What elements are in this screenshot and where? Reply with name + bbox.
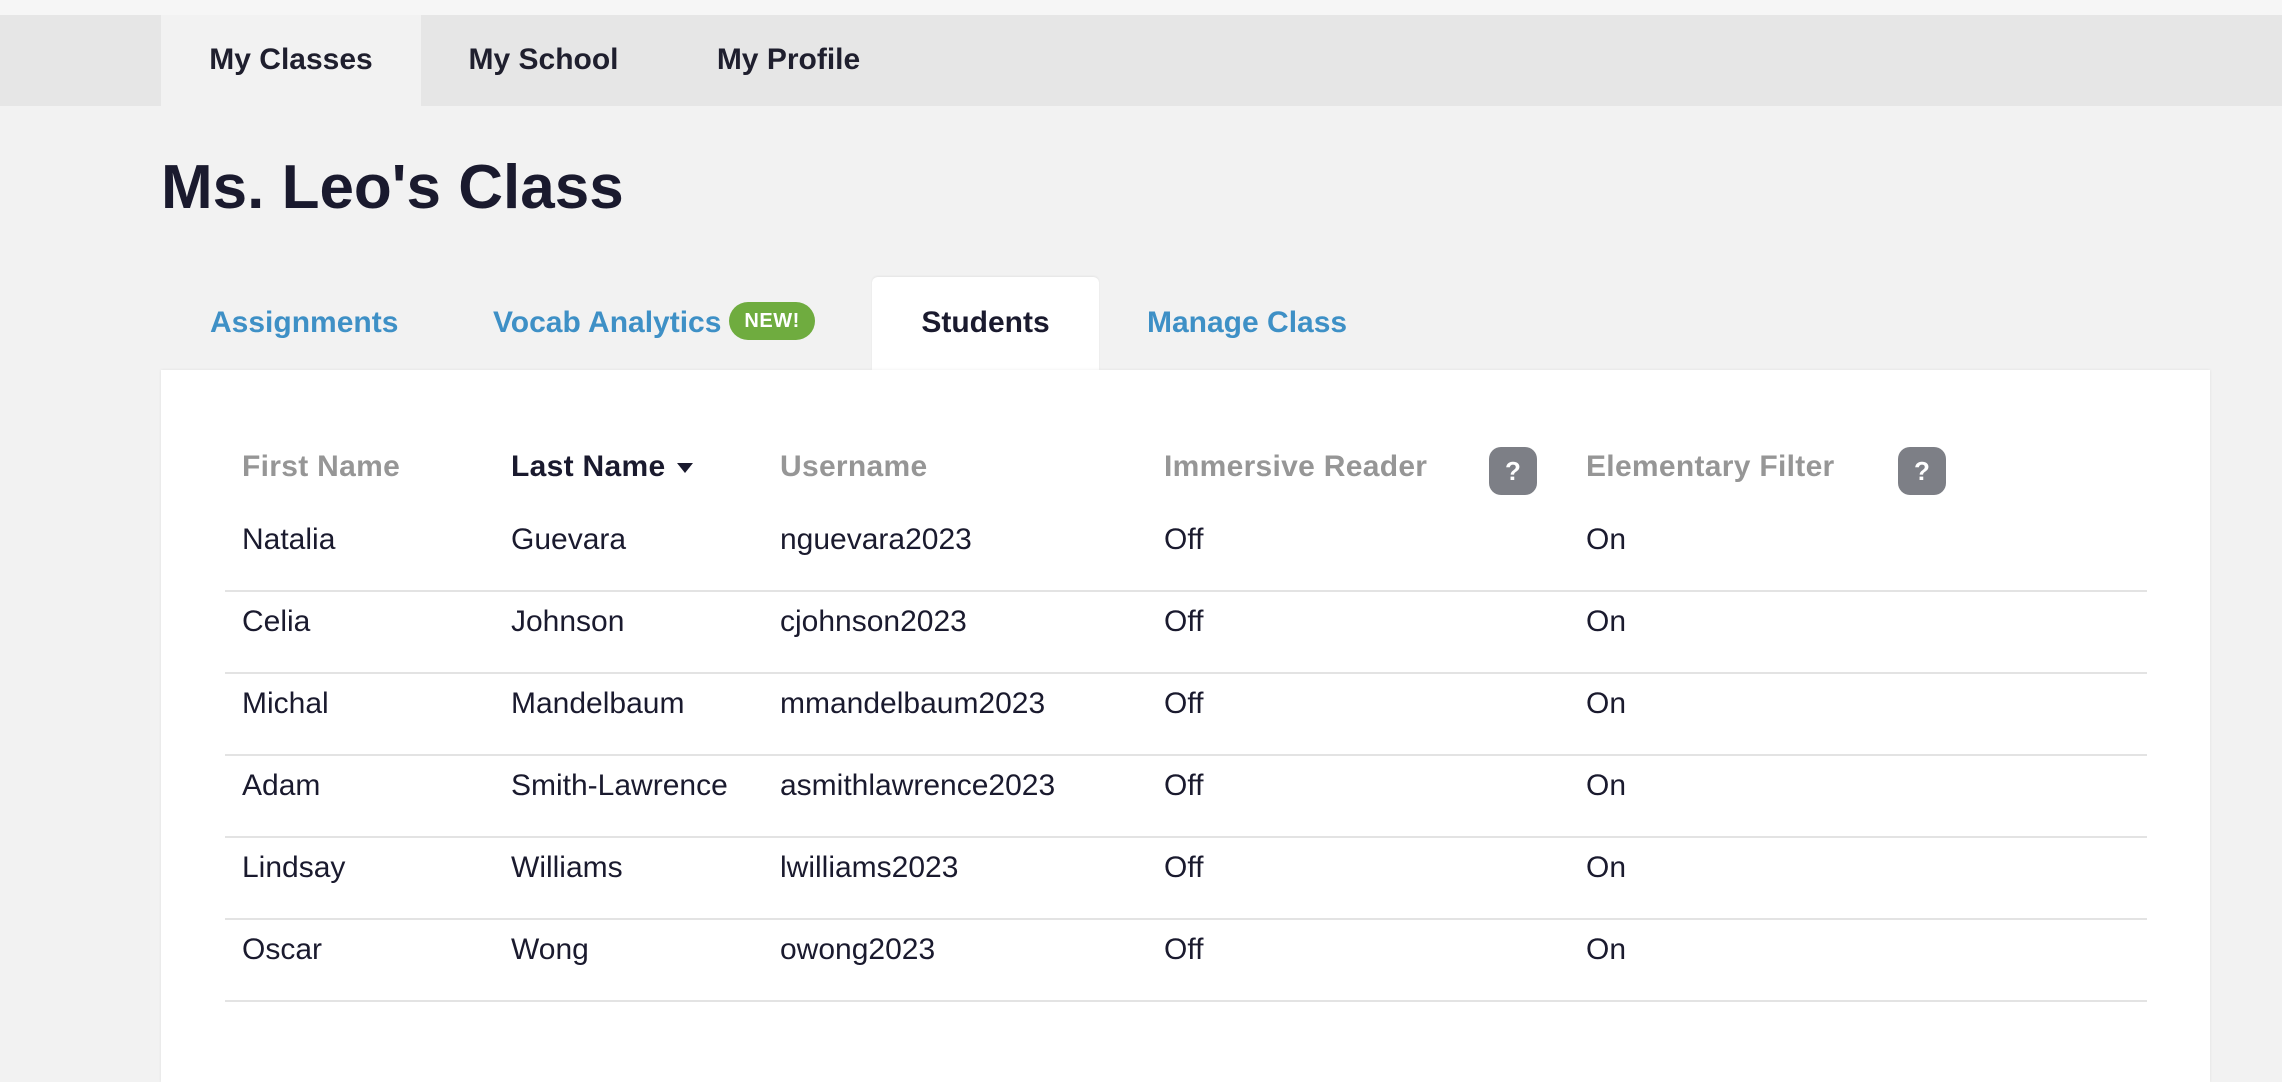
cell-elementary-filter: On: [1586, 933, 1627, 966]
cell-last-name: Mandelbaum: [511, 687, 685, 720]
cell-username: cjohnson2023: [780, 605, 967, 638]
new-badge: NEW!: [729, 302, 815, 341]
immersive-reader-help-icon[interactable]: ?: [1489, 447, 1537, 495]
cell-first-name: Celia: [242, 605, 311, 638]
cell-username: asmithlawrence2023: [780, 769, 1056, 802]
table-row[interactable]: Adam Smith-Lawrence asmithlawrence2023 Off O…: [225, 754, 2147, 838]
header-username-label: Username: [780, 450, 928, 483]
top-nav: My Classes My School My Profile: [0, 15, 2282, 106]
cell-username: owong2023: [780, 933, 936, 966]
cell-immersive-reader: Off: [1164, 769, 1204, 802]
elementary-filter-help-icon[interactable]: ?: [1898, 447, 1946, 495]
table-row[interactable]: Oscar Wong owong2023 Off On: [225, 918, 2147, 1002]
cell-last-name: Wong: [511, 933, 589, 966]
tab-vocab-analytics-label: Vocab Analytics: [493, 306, 722, 339]
tab-assignments[interactable]: Assignments: [210, 277, 398, 370]
nav-tab-my-classes[interactable]: My Classes: [161, 15, 421, 106]
cell-username: nguevara2023: [780, 523, 972, 556]
header-first-name-label: First Name: [242, 450, 401, 483]
tab-students[interactable]: Students: [872, 277, 1099, 370]
header-immersive-reader-label: Immersive Reader: [1164, 450, 1428, 483]
cell-last-name: Williams: [511, 851, 623, 884]
sort-caret-down-icon: [677, 463, 694, 474]
cell-first-name: Lindsay: [242, 851, 346, 884]
cell-elementary-filter: On: [1586, 605, 1627, 638]
cell-elementary-filter: On: [1586, 769, 1627, 802]
nav-tab-my-school[interactable]: My School: [421, 15, 666, 106]
cell-elementary-filter: On: [1586, 687, 1627, 720]
cell-username: mmandelbaum2023: [780, 687, 1046, 720]
header-last-name[interactable]: Last Name: [511, 442, 694, 492]
header-elementary-filter-label: Elementary Filter: [1586, 450, 1835, 483]
header-last-name-label: Last Name: [511, 450, 666, 483]
header-immersive-reader[interactable]: Immersive Reader: [1164, 442, 1427, 492]
cell-immersive-reader: Off: [1164, 933, 1204, 966]
header-elementary-filter[interactable]: Elementary Filter: [1586, 442, 1835, 492]
cell-immersive-reader: Off: [1164, 605, 1204, 638]
cell-immersive-reader: Off: [1164, 687, 1204, 720]
top-strip: [0, 0, 2282, 15]
cell-elementary-filter: On: [1586, 523, 1627, 556]
cell-first-name: Oscar: [242, 933, 323, 966]
cell-first-name: Adam: [242, 769, 321, 802]
table-row[interactable]: Lindsay Williams lwilliams2023 Off On: [225, 836, 2147, 920]
cell-first-name: Natalia: [242, 523, 336, 556]
tab-assignments-label: Assignments: [210, 306, 399, 339]
cell-last-name: Guevara: [511, 523, 627, 556]
tab-vocab-analytics[interactable]: Vocab Analytics NEW!: [493, 277, 815, 370]
nav-tab-my-profile[interactable]: My Profile: [666, 15, 911, 106]
tab-students-label: Students: [921, 306, 1050, 339]
header-username[interactable]: Username: [780, 442, 927, 492]
cell-immersive-reader: Off: [1164, 851, 1204, 884]
cell-first-name: Michal: [242, 687, 329, 720]
table-row[interactable]: Celia Johnson cjohnson2023 Off On: [225, 590, 2147, 674]
cell-elementary-filter: On: [1586, 851, 1627, 884]
tab-manage-class[interactable]: Manage Class: [1147, 277, 1347, 370]
cell-last-name: Smith-Lawrence: [511, 769, 728, 802]
cell-username: lwilliams2023: [780, 851, 959, 884]
students-panel: First Name Last Name Username Immersive …: [161, 370, 2210, 1082]
page-title: Ms. Leo's Class: [161, 153, 624, 222]
table-row[interactable]: Michal Mandelbaum mmandelbaum2023 Off On: [225, 672, 2147, 756]
header-first-name[interactable]: First Name: [242, 442, 400, 492]
cell-last-name: Johnson: [511, 605, 625, 638]
table-row[interactable]: Natalia Guevara nguevara2023 Off On: [225, 508, 2147, 592]
tab-manage-class-label: Manage Class: [1147, 306, 1348, 339]
cell-immersive-reader: Off: [1164, 523, 1204, 556]
